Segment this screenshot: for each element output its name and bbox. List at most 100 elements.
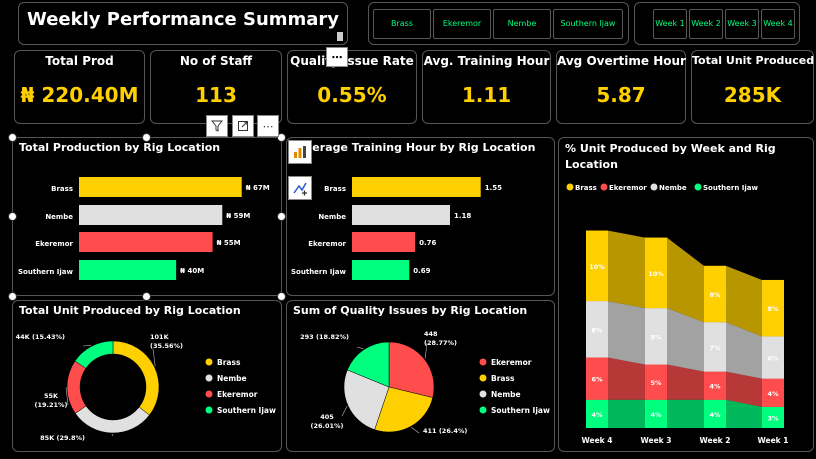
kpi-label: Avg Overtime Hour <box>557 54 686 68</box>
data-label: ₦ 55M <box>217 239 241 247</box>
legend-label: Southern Ijaw <box>491 406 550 415</box>
kpi-avg-training-hour: Avg. Training Hour 1.11 <box>422 50 551 124</box>
data-label: 4% <box>709 383 721 391</box>
legend-label: Nembe <box>491 390 521 399</box>
selection-handle[interactable] <box>277 292 286 301</box>
chart-avg-training-hour: Average Training Hour by Rig Location Br… <box>286 137 555 296</box>
kpi-label: Total Prod <box>45 54 114 68</box>
kpi-value: 1.11 <box>461 83 512 107</box>
bar-nembe <box>79 205 223 225</box>
legend-label: Southern Ijaw <box>217 406 276 415</box>
data-label: 55K <box>44 392 59 400</box>
data-label: 6% <box>591 376 603 384</box>
chart-unit-produced-by-week: % Unit Produced by Week and Rig Location… <box>558 137 814 452</box>
slice-nembe <box>74 405 150 434</box>
leader-line <box>341 405 348 417</box>
data-label: (35.56%) <box>150 342 183 350</box>
legend-label: Nembe <box>217 374 247 383</box>
kpi-label: Total Unit Produced <box>692 54 815 67</box>
slice-brass <box>112 340 160 416</box>
slicer-week-4[interactable]: Week 4 <box>761 9 795 39</box>
analytics-icon[interactable] <box>288 176 312 200</box>
data-label: ₦ 67M <box>246 184 270 192</box>
data-label: 85K (29.8%) <box>40 434 85 442</box>
data-label: 8% <box>767 305 779 313</box>
bar-ekeremor <box>79 232 213 252</box>
data-label: 1.18 <box>454 212 471 220</box>
bar-chart-avg-training-hour: Brass 1.55 Nembe 1.18 Ekeremor 0.76 Southern I… <box>291 177 502 280</box>
leader-line <box>111 433 114 437</box>
selection-handle[interactable] <box>277 212 286 221</box>
selection-handle[interactable] <box>8 212 17 221</box>
slicer-rig-nembe[interactable]: Nembe <box>493 9 551 39</box>
kpi-no-of-staff: No of Staff 113 <box>150 50 282 124</box>
legend-marker-brass <box>566 183 574 191</box>
area-chart-unit-produced-by-week: Brass Ekeremor Nembe Southern Ijaw 4% 4% 4% 3% 6… <box>566 183 789 445</box>
resize-grip[interactable] <box>337 32 343 41</box>
bar-chart-total-production: Brass ₦ 67M Nembe ₦ 59M Ekeremor ₦ 55M Souther… <box>18 177 270 280</box>
legend-marker-brass <box>205 358 213 366</box>
leader-line <box>411 427 420 434</box>
slicer-week-1[interactable]: Week 1 <box>653 9 687 39</box>
tick-label: Brass <box>324 185 346 193</box>
slicer-rig-brass[interactable]: Brass <box>373 9 431 39</box>
data-label: 405 <box>320 413 334 421</box>
legend-label: Brass <box>491 374 515 383</box>
legend-marker-brass <box>479 374 487 382</box>
tick-label: Week 4 <box>582 436 613 445</box>
kpi-value: 5.87 <box>596 83 646 107</box>
legend-marker-southern-ijaw <box>694 183 702 191</box>
kpi-label: Quality Issue Rate <box>290 54 414 68</box>
kpi-value: 0.55% <box>317 83 387 107</box>
visual-bar-chart-icon[interactable] <box>288 140 312 164</box>
week-slicer: Week 1 Week 2 Week 3 Week 4 <box>634 2 800 45</box>
bar-ekeremor <box>352 232 416 252</box>
tick-label: Ekeremor <box>308 240 346 248</box>
slicer-rig-ekeremor[interactable]: Ekeremor <box>433 9 491 39</box>
legend-label: Nembe <box>659 184 687 192</box>
data-label: (28.77%) <box>424 339 457 347</box>
data-label: 4% <box>650 411 662 419</box>
leader-line <box>152 348 156 367</box>
leader-line <box>82 345 92 347</box>
more-options-icon[interactable]: ⋯ <box>257 115 279 137</box>
kpi-total-prod: Total Prod ₦ 220.40M <box>14 50 145 124</box>
selection-handle[interactable] <box>8 133 17 142</box>
data-label: 10% <box>589 263 605 271</box>
data-label: 4% <box>709 411 721 419</box>
data-label: 448 <box>424 330 438 338</box>
focus-mode-icon[interactable] <box>232 115 254 137</box>
filter-icon[interactable] <box>206 115 228 137</box>
bar-brass <box>79 177 242 197</box>
slice-southern-ijaw <box>74 340 114 369</box>
selection-handle[interactable] <box>142 133 151 142</box>
legend-marker-ekeremor <box>479 358 487 366</box>
tick-label: Nembe <box>318 213 346 221</box>
tick-label: Southern Ijaw <box>18 268 74 276</box>
kpi-value: 285K <box>723 83 782 107</box>
legend-label: Ekeremor <box>217 390 258 399</box>
data-label: 5% <box>650 379 662 387</box>
selection-handle[interactable] <box>142 292 151 301</box>
legend-marker-nembe <box>650 183 658 191</box>
bar-southern-ijaw <box>79 260 177 280</box>
data-label: 8% <box>709 291 721 299</box>
data-label: 4% <box>591 411 603 419</box>
title-panel: Weekly Performance Summary <box>18 2 348 45</box>
slicer-week-3[interactable]: Week 3 <box>725 9 759 39</box>
slicer-rig-southern-ijaw[interactable]: Southern Ijaw <box>553 9 623 39</box>
legend-marker-ekeremor <box>600 183 608 191</box>
more-options-icon[interactable]: ⋯ <box>326 47 348 67</box>
selection-handle[interactable] <box>8 292 17 301</box>
tick-label: Week 1 <box>758 436 789 445</box>
donut-chart-total-unit-produced: 101K(35.56%) 85K (29.8%) 55K(19.21%) 44K (1… <box>16 333 276 442</box>
kpi-label: No of Staff <box>179 54 253 68</box>
data-label: 4% <box>767 390 779 398</box>
data-label: 8% <box>650 333 662 341</box>
tick-label: Southern Ijaw <box>291 268 347 276</box>
slicer-week-2[interactable]: Week 2 <box>689 9 723 39</box>
bar-brass <box>352 177 481 197</box>
kpi-label: Avg. Training Hour <box>423 54 550 68</box>
kpi-total-unit-produced: Total Unit Produced 285K <box>691 50 814 124</box>
data-label: 44K (15.43%) <box>16 333 65 341</box>
